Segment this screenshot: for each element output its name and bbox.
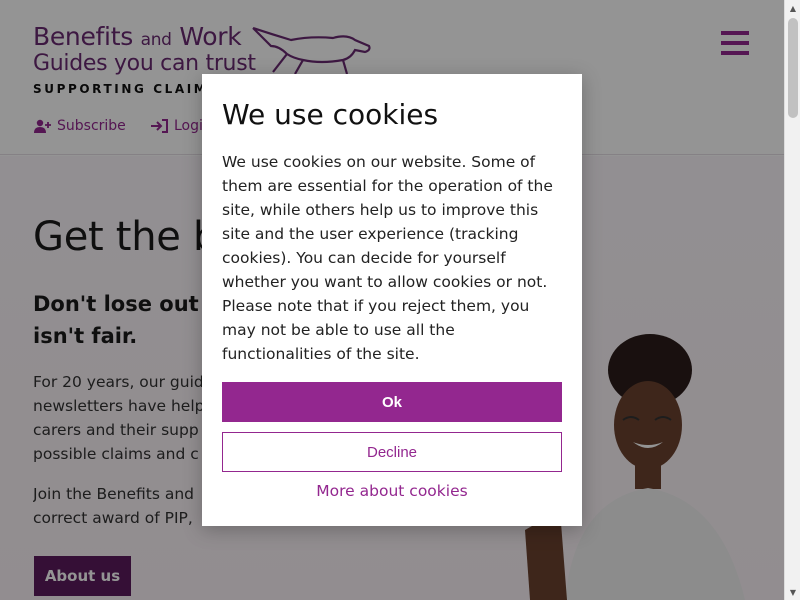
page-scrollbar[interactable]: ▲ ▼: [784, 0, 800, 600]
cookie-consent-dialog: We use cookies We use cookies on our web…: [202, 74, 582, 526]
decline-button[interactable]: Decline: [222, 432, 562, 472]
scroll-up-arrow-icon[interactable]: ▲: [785, 0, 800, 16]
scroll-down-arrow-icon[interactable]: ▼: [785, 584, 800, 600]
cookie-dialog-title: We use cookies: [222, 98, 439, 131]
more-about-cookies-link[interactable]: More about cookies: [202, 482, 582, 500]
cookie-dialog-text: We use cookies on our website. Some of t…: [222, 153, 553, 363]
scrollbar-thumb[interactable]: [788, 18, 798, 118]
ok-button[interactable]: Ok: [222, 382, 562, 422]
